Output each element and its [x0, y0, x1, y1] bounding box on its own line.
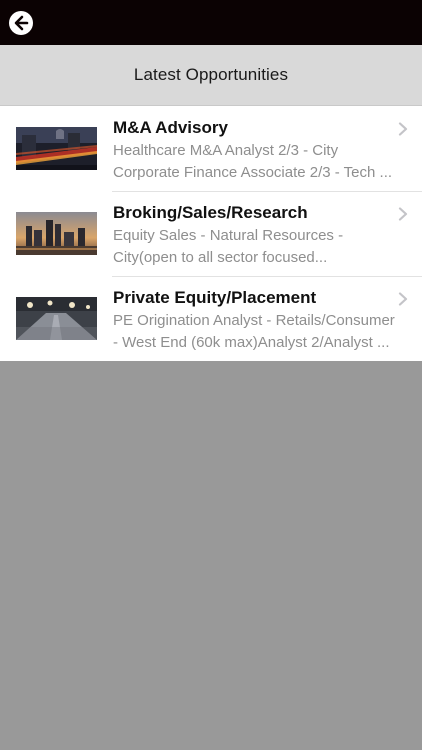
- list-item-broking-sales-research[interactable]: Broking/Sales/Research Equity Sales - Na…: [0, 191, 422, 276]
- list-item-ma-advisory[interactable]: M&A Advisory Healthcare M&A Analyst 2/3 …: [0, 106, 422, 191]
- back-button[interactable]: [9, 11, 33, 35]
- road-lights-photo: [16, 297, 97, 340]
- chevron-right-icon: [398, 207, 408, 221]
- item-subtitle-line-2: City(open to all sector focused...: [113, 249, 328, 266]
- item-subtitle-line-2: - West End (60k max)Analyst 2/Analyst ..…: [113, 334, 390, 351]
- road-lights-thumbnail: [16, 297, 97, 340]
- page-title: Latest Opportunities: [133, 65, 289, 84]
- item-subtitle-line-1: Healthcare M&A Analyst 2/3 - City: [113, 142, 339, 159]
- city-skyline-sunset-photo: [16, 212, 97, 255]
- top-navigation-bar: [0, 0, 422, 45]
- list-item-private-equity-placement[interactable]: Private Equity/Placement PE Origination …: [0, 276, 422, 361]
- opportunities-list: M&A Advisory Healthcare M&A Analyst 2/3 …: [0, 106, 422, 361]
- city-night-traffic-thumbnail: [16, 127, 97, 170]
- item-title: M&A Advisory: [113, 118, 228, 137]
- empty-content-area: [0, 362, 422, 750]
- city-night-traffic-photo: [16, 127, 97, 170]
- item-subtitle-line-1: Equity Sales - Natural Resources -: [113, 227, 344, 244]
- section-header: Latest Opportunities: [0, 45, 422, 106]
- item-subtitle-line-1: PE Origination Analyst - Retails/Consume…: [113, 312, 395, 329]
- chevron-right-icon: [398, 292, 408, 306]
- item-title: Private Equity/Placement: [113, 288, 317, 307]
- chevron-right-icon: [398, 122, 408, 136]
- city-skyline-sunset-thumbnail: [16, 212, 97, 255]
- item-title: Broking/Sales/Research: [113, 203, 308, 222]
- arrow-left-circle-icon: [14, 15, 29, 31]
- item-subtitle-line-2: Corporate Finance Associate 2/3 - Tech .…: [113, 164, 393, 181]
